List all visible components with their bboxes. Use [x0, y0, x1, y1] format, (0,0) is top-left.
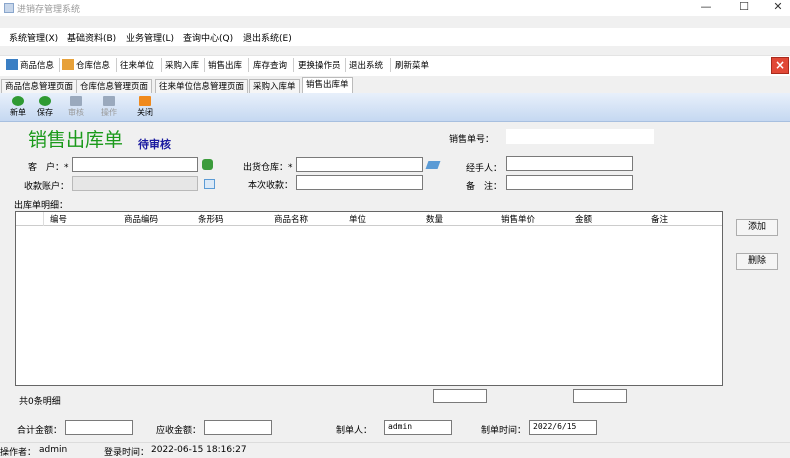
check-icon [39, 96, 51, 106]
operate-dropdown-button[interactable]: 操作 [97, 96, 121, 118]
menubar [0, 28, 790, 46]
toolbar-partner-button[interactable]: 往来单位 [120, 59, 154, 71]
tab-warehouse-management[interactable]: 仓库信息管理页面 [76, 79, 153, 93]
operator-label: 操作者： [0, 448, 37, 458]
column-header-unit[interactable]: 单位 [349, 213, 366, 225]
column-header-code[interactable]: 商品编码 [124, 213, 158, 225]
toolbar-separator [293, 58, 294, 72]
column-header-quantity[interactable]: 数量 [426, 213, 443, 225]
make-time-field[interactable]: 2022/6/15 [529, 420, 597, 435]
warehouse-icon [62, 59, 74, 70]
toolbar-separator [204, 58, 205, 72]
toolbar-separator [248, 58, 249, 72]
note-field[interactable] [506, 175, 633, 190]
window-close-button[interactable]: ✕ [758, 0, 790, 14]
detail-label: 出库单明细： [14, 201, 69, 211]
minimize-button[interactable]: — [686, 0, 726, 14]
order-no-label: 销售单号： [449, 135, 495, 145]
column-header-barcode[interactable]: 条形码 [198, 213, 224, 225]
handler-label: 经手人： [466, 164, 503, 174]
window-title: 进销存管理系统 [17, 5, 81, 15]
detail-count: 共0条明细 [19, 397, 61, 407]
column-header-name[interactable]: 商品名称 [274, 213, 308, 225]
column-separator [43, 212, 44, 226]
close-document-button[interactable]: 关闭 [133, 96, 157, 118]
login-time-value: 2022-06-15 18:16:27 [151, 445, 247, 455]
toolbar-product-info-button[interactable]: 商品信息 [6, 59, 54, 71]
operate-icon [103, 96, 115, 106]
receipt-label: 本次收款： [248, 181, 294, 191]
toolbar-exit-system-button[interactable]: 退出系统 [349, 59, 383, 71]
toolbar-separator [59, 58, 60, 72]
window-titlebar [0, 0, 790, 16]
toolbar-separator [345, 58, 346, 72]
quantity-total-field [433, 389, 487, 403]
toolbar-inventory-query-button[interactable]: 库存查询 [253, 59, 287, 71]
form-title: 销售出库单 [28, 129, 124, 151]
delete-row-button[interactable]: 删除 [736, 253, 778, 270]
audit-button[interactable]: 审核 [64, 96, 88, 118]
tab-product-management[interactable]: 商品信息管理页面 [1, 79, 78, 93]
new-document-button[interactable]: 新单 [6, 96, 30, 118]
order-no-field[interactable] [506, 129, 654, 144]
column-header-unit-price[interactable]: 销售单价 [501, 213, 535, 225]
menu-basic-data[interactable]: 基础资料(B) [67, 31, 116, 44]
total-amount-label: 合计金额： [17, 426, 63, 436]
receivable-field[interactable] [204, 420, 272, 435]
login-time-label: 登录时间： [104, 448, 150, 458]
audit-icon [70, 96, 82, 106]
handler-field[interactable] [506, 156, 633, 171]
account-field[interactable] [72, 176, 198, 191]
warehouse-label: 出货仓库：* [243, 163, 293, 173]
save-button[interactable]: 保存 [33, 96, 57, 118]
customer-label: 客 户：* [28, 163, 69, 173]
total-amount-field[interactable] [65, 420, 133, 435]
detail-grid[interactable]: 编号 商品编码 条形码 商品名称 单位 数量 销售单价 金额 备注 [15, 211, 723, 386]
tab-sales-out[interactable]: 销售出库单 [302, 77, 353, 93]
add-row-button[interactable]: 添加 [736, 219, 778, 236]
close-page-button[interactable]: × [771, 57, 789, 74]
customer-field[interactable] [72, 157, 198, 172]
tab-purchase-in[interactable]: 采购入库单 [249, 79, 300, 93]
status-badge: 待审核 [138, 138, 171, 151]
column-header-remark[interactable]: 备注 [651, 213, 668, 225]
toolbar-warehouse-info-button[interactable]: 仓库信息 [62, 59, 110, 71]
maker-field[interactable]: admin [384, 420, 452, 435]
menu-system[interactable]: 系统管理(X) [9, 31, 58, 44]
close-icon [139, 96, 151, 106]
product-icon [6, 59, 18, 70]
toolbar-separator [390, 58, 391, 72]
column-header-id[interactable]: 编号 [50, 213, 67, 225]
receivable-label: 应收金额： [156, 426, 202, 436]
maker-label: 制单人： [336, 426, 373, 436]
menu-business[interactable]: 业务管理(L) [126, 31, 174, 44]
account-label: 收款账户： [24, 182, 70, 192]
amount-total-field [573, 389, 627, 403]
receipt-field[interactable] [296, 175, 423, 190]
customer-lookup-icon[interactable] [202, 159, 213, 170]
tab-partner-management[interactable]: 往来单位信息管理页面 [155, 79, 249, 93]
toolbar-separator [116, 58, 117, 72]
app-icon [4, 3, 14, 13]
menu-query-center[interactable]: 查询中心(Q) [183, 31, 233, 44]
menu-exit[interactable]: 退出系统(E) [243, 31, 292, 44]
calendar-icon[interactable] [204, 179, 215, 189]
toolbar-sales-out-button[interactable]: 销售出库 [208, 59, 242, 71]
note-label: 备 注： [466, 182, 503, 192]
toolbar-refresh-menu-button[interactable]: 刷新菜单 [395, 59, 429, 71]
make-time-label: 制单时间： [481, 426, 527, 436]
toolbar-change-operator-button[interactable]: 更换操作员 [298, 59, 341, 71]
toolbar-purchase-in-button[interactable]: 采购入库 [165, 59, 199, 71]
grid-header: 编号 商品编码 条形码 商品名称 单位 数量 销售单价 金额 备注 [16, 212, 722, 226]
toolbar-separator [161, 58, 162, 72]
column-header-amount[interactable]: 金额 [575, 213, 592, 225]
operator-value: admin [39, 445, 68, 455]
plus-icon [12, 96, 24, 106]
warehouse-field[interactable] [296, 157, 423, 172]
